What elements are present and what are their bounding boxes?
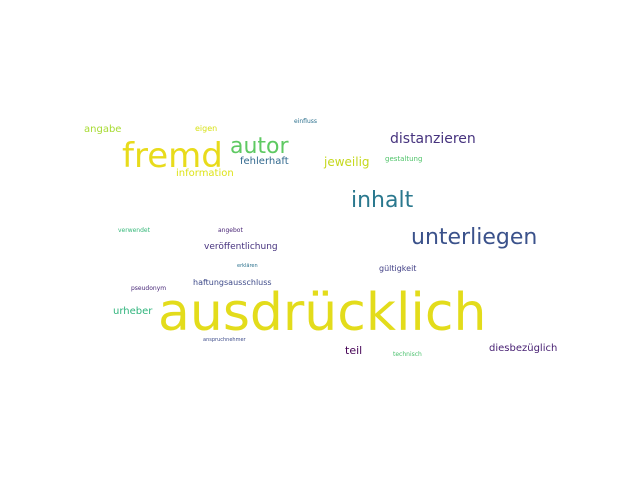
word-einfluss: einfluss [294,118,317,125]
word-gueltigkeit: gültigkeit [379,264,417,273]
word-verwendet: verwendet [118,227,150,234]
word-inhalt: inhalt [351,188,414,213]
word-angabe: angabe [84,124,122,135]
word-anspruchnehmer: anspruchnehmer [203,337,246,343]
word-unterliegen: unterliegen [411,225,538,250]
word-information: information [176,168,234,179]
word-ausdruecklich: ausdrücklich [158,283,487,343]
word-teil: teil [345,344,363,357]
word-jeweilig: jeweilig [324,155,370,169]
word-autor: autor [230,134,289,159]
word-veroeffentlichung: veröffentlichung [204,242,278,252]
word-technisch: technisch [393,351,422,358]
word-urheber: urheber [113,306,153,317]
word-eigen: eigen [195,124,218,133]
word-gestaltung: gestaltung [385,155,423,163]
word-erklaeren: erklären [237,263,258,269]
word-haftungsausschluss: haftungsausschluss [193,278,272,287]
word-cloud: ausdrücklich fremd autor unterliegen inh… [0,0,640,480]
word-pseudonym: pseudonym [131,285,167,292]
word-distanzieren: distanzieren [390,131,476,147]
word-angebot: angebot [218,227,243,234]
word-fehlerhaft: fehlerhaft [240,156,289,167]
word-diesbezueglich: diesbezüglich [489,343,558,354]
